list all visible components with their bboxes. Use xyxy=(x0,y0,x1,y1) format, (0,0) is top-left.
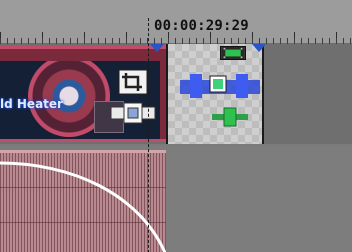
film-icon xyxy=(220,46,246,60)
clip-start-marker[interactable] xyxy=(150,44,164,52)
audio-track[interactable] xyxy=(0,146,352,252)
pan-crop-icon[interactable] xyxy=(212,106,248,128)
clip-end-marker[interactable] xyxy=(252,44,266,52)
audio-fade-curve[interactable] xyxy=(0,153,166,252)
transition-effect-icon[interactable] xyxy=(180,74,260,98)
video-track[interactable]: ld Heater xyxy=(0,44,352,144)
crop-icon[interactable] xyxy=(118,69,148,95)
pan-crop-icon[interactable] xyxy=(110,101,156,125)
audio-clip[interactable] xyxy=(0,150,166,252)
thumbnail-text: ld Heater xyxy=(0,97,63,111)
transition-clip[interactable] xyxy=(166,44,264,144)
video-clip[interactable]: ld Heater xyxy=(0,46,166,142)
cursor-timecode: 00:00:29:29 xyxy=(154,18,249,34)
timeline: 00:00:29:29 ld Heater xyxy=(0,0,352,252)
timeline-ruler[interactable]: 00:00:29:29 xyxy=(0,0,352,44)
playhead-cursor[interactable] xyxy=(148,18,149,252)
